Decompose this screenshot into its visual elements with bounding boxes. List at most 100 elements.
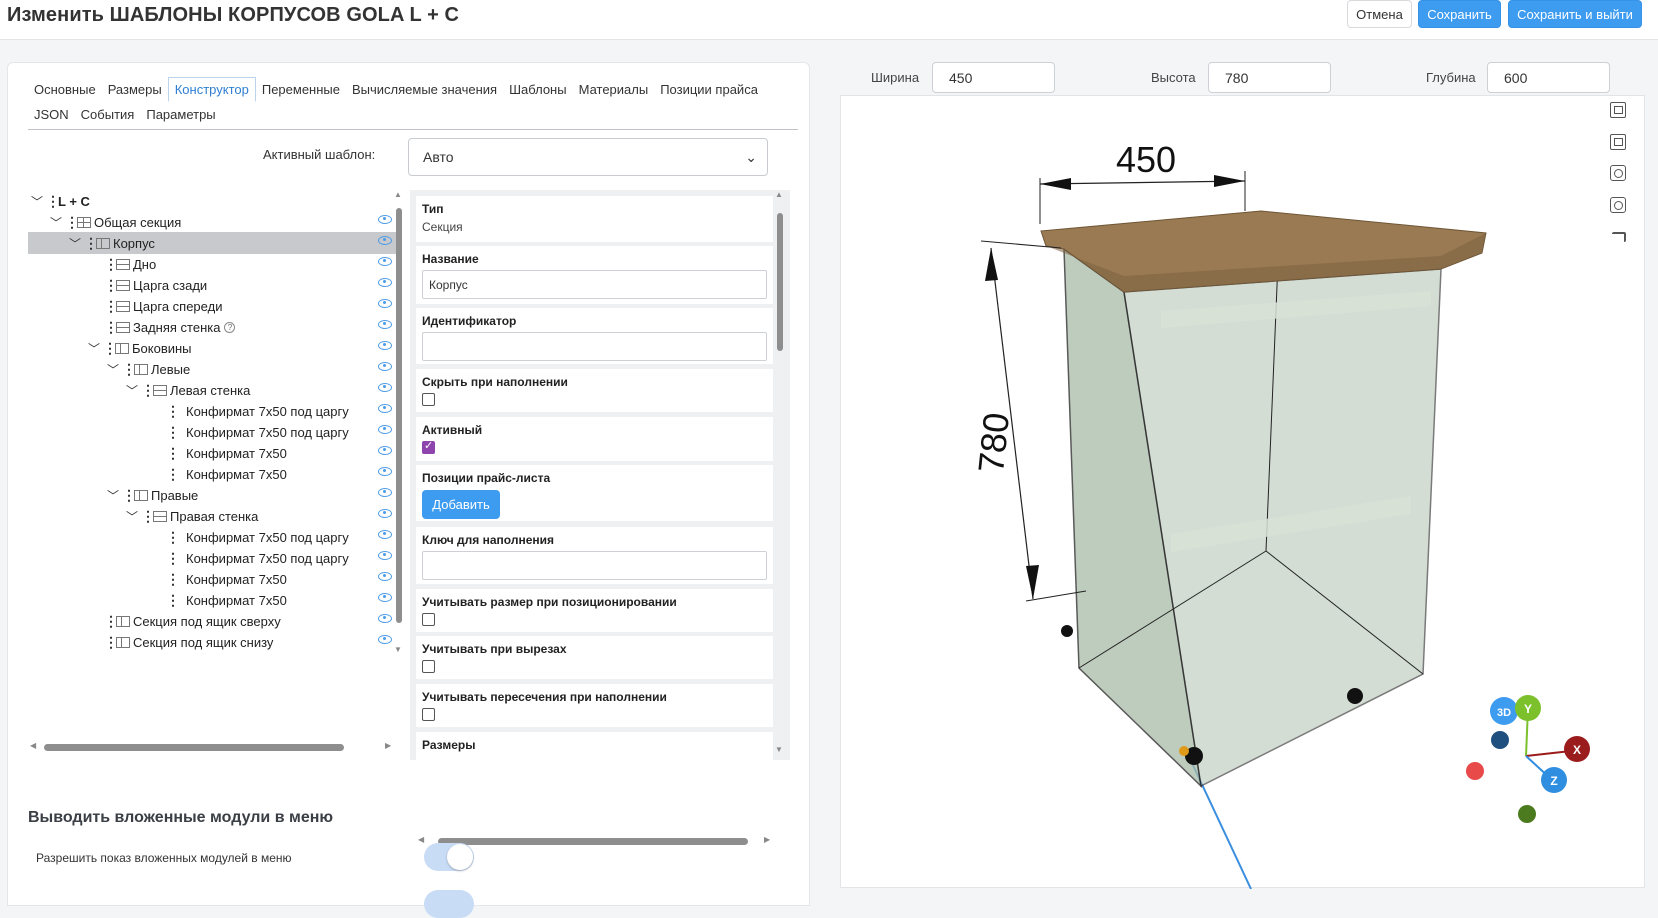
active-template-select[interactable]: Авто ⌄ <box>408 138 768 176</box>
tab-constructor[interactable]: Конструктор <box>167 77 256 102</box>
scroll-up-icon[interactable]: ▲ <box>775 190 783 199</box>
drag-handle-icon[interactable]: ⋮ <box>103 340 117 357</box>
tree-node[interactable]: ﹀ ⋮ L + C <box>28 190 398 212</box>
eye-icon[interactable] <box>378 215 392 224</box>
second-toggle[interactable] <box>424 890 474 918</box>
eye-icon[interactable] <box>378 467 392 476</box>
tree-node[interactable]: ﹀ ⋮ Левые <box>28 358 398 380</box>
eye-icon[interactable] <box>378 362 392 371</box>
tab-sizes[interactable]: Размеры <box>102 78 168 101</box>
tree-node[interactable]: ⋮ Царга сзади <box>28 274 398 296</box>
eye-icon[interactable] <box>378 614 392 623</box>
tree-node[interactable]: ﹀ ⋮ Боковины <box>28 337 398 359</box>
tab-materials[interactable]: Материалы <box>573 78 655 101</box>
fill-key-input[interactable] <box>422 551 767 580</box>
tab-variables[interactable]: Переменные <box>256 78 346 101</box>
tree-node[interactable]: ﹀ ⋮ Правая стенка <box>28 505 398 527</box>
tree-node[interactable]: ⋮ Конфирмат 7x50 под царгу <box>28 547 398 569</box>
scrollbar-thumb[interactable] <box>44 744 344 751</box>
tab-events[interactable]: События <box>75 103 141 126</box>
properties-vertical-scrollbar[interactable]: ▲ ▼ <box>774 190 786 760</box>
drag-handle-icon[interactable]: ⋮ <box>104 277 118 294</box>
help-icon[interactable]: ? <box>224 321 236 333</box>
drag-handle-icon[interactable]: ⋮ <box>122 361 136 378</box>
drag-handle-icon[interactable]: ⋮ <box>104 634 118 651</box>
tree-node[interactable]: ﹀ ⋮ Правые <box>28 484 398 506</box>
tree-node[interactable]: ⋮ Конфирмат 7x50 <box>28 463 398 485</box>
drag-handle-icon[interactable]: ⋮ <box>104 298 118 315</box>
cutouts-checkbox[interactable] <box>422 660 435 673</box>
chevron-down-icon[interactable]: ﹀ <box>104 487 122 504</box>
tree-node[interactable]: ⋮ Конфирмат 7x50 под царгу <box>28 421 398 443</box>
tree-node[interactable]: ⋮ Конфирмат 7x50 <box>28 589 398 611</box>
tree-node-selected[interactable]: ﹀ ⋮ Корпус <box>28 232 398 254</box>
tab-price-items[interactable]: Позиции прайса <box>654 78 764 101</box>
tree-vertical-scrollbar[interactable]: ▲ ▼ <box>394 190 404 660</box>
eye-icon[interactable] <box>378 635 392 644</box>
scroll-down-icon[interactable]: ▼ <box>775 745 783 754</box>
drag-handle-icon[interactable]: ⋮ <box>166 550 180 567</box>
drag-handle-icon[interactable]: ⋮ <box>166 403 180 420</box>
chevron-down-icon[interactable]: ﹀ <box>104 361 122 378</box>
tree-horizontal-scrollbar[interactable]: ◀ ▶ <box>30 741 396 753</box>
tab-templates[interactable]: Шаблоны <box>503 78 573 101</box>
tree-node[interactable]: ⋮ Конфирмат 7x50 <box>28 568 398 590</box>
eye-icon[interactable] <box>378 341 392 350</box>
tab-json[interactable]: JSON <box>28 103 75 126</box>
chevron-down-icon[interactable]: ﹀ <box>66 235 84 252</box>
drag-handle-icon[interactable]: ⋮ <box>166 592 180 609</box>
save-and-exit-button[interactable]: Сохранить и выйти <box>1508 0 1642 28</box>
eye-icon[interactable] <box>378 551 392 560</box>
scroll-left-icon[interactable]: ◀ <box>30 741 36 750</box>
eye-icon[interactable] <box>378 446 392 455</box>
tree-node[interactable]: ⋮ Конфирмат 7x50 <box>28 442 398 464</box>
tree-node[interactable]: ⋮ Конфирмат 7x50 под царгу <box>28 400 398 422</box>
eye-icon[interactable] <box>378 404 392 413</box>
eye-icon[interactable] <box>378 278 392 287</box>
tab-parameters[interactable]: Параметры <box>140 103 221 126</box>
gizmo-neg-z-dot[interactable] <box>1491 731 1509 749</box>
identifier-input[interactable] <box>422 332 767 361</box>
add-price-item-button[interactable]: Добавить <box>422 490 500 519</box>
drag-handle-icon[interactable]: ⋮ <box>122 487 136 504</box>
drag-handle-icon[interactable]: ⋮ <box>166 424 180 441</box>
tree-node[interactable]: ⋮ Конфирмат 7x50 под царгу <box>28 526 398 548</box>
name-input[interactable]: Корпус <box>422 270 767 299</box>
depth-input[interactable]: 600 <box>1487 62 1610 93</box>
drag-handle-icon[interactable]: ⋮ <box>141 382 155 399</box>
drag-handle-icon[interactable]: ⋮ <box>46 193 60 210</box>
eye-icon[interactable] <box>378 236 392 245</box>
gizmo-neg-y-dot[interactable] <box>1518 805 1536 823</box>
properties-horizontal-scrollbar[interactable]: ◀ ▶ <box>418 835 778 847</box>
chevron-down-icon[interactable]: ﹀ <box>28 193 46 210</box>
tab-computed-values[interactable]: Вычисляемые значения <box>346 78 503 101</box>
gizmo-neg-x-dot[interactable] <box>1466 762 1484 780</box>
eye-icon[interactable] <box>378 299 392 308</box>
scroll-down-icon[interactable]: ▼ <box>394 645 402 654</box>
drag-handle-icon[interactable]: ⋮ <box>141 508 155 525</box>
eye-icon[interactable] <box>378 593 392 602</box>
scroll-up-icon[interactable]: ▲ <box>394 190 402 199</box>
chevron-down-icon[interactable]: ﹀ <box>123 508 141 525</box>
drag-handle-icon[interactable]: ⋮ <box>166 571 180 588</box>
active-checkbox[interactable] <box>422 439 435 454</box>
chevron-down-icon[interactable]: ﹀ <box>47 214 65 231</box>
3d-viewport[interactable]: 450 780 3D Y X Z <box>840 95 1645 889</box>
tree-node[interactable]: ⋮ Царга спереди <box>28 295 398 317</box>
eye-icon[interactable] <box>378 530 392 539</box>
scroll-left-icon[interactable]: ◀ <box>418 835 424 844</box>
drag-handle-icon[interactable]: ⋮ <box>166 529 180 546</box>
tree-node[interactable]: ⋮ Дно <box>28 253 398 275</box>
scrollbar-thumb[interactable] <box>777 213 783 351</box>
scrollbar-thumb[interactable] <box>438 838 748 845</box>
drag-handle-icon[interactable]: ⋮ <box>84 235 98 252</box>
eye-icon[interactable] <box>378 383 392 392</box>
intersections-checkbox[interactable] <box>422 708 435 721</box>
eye-icon[interactable] <box>378 320 392 329</box>
scroll-right-icon[interactable]: ▶ <box>385 741 391 750</box>
drag-handle-icon[interactable]: ⋮ <box>104 256 118 273</box>
tab-main[interactable]: Основные <box>28 78 102 101</box>
scroll-right-icon[interactable]: ▶ <box>764 835 770 844</box>
nested-menu-toggle[interactable] <box>424 843 474 871</box>
drag-handle-icon[interactable]: ⋮ <box>166 445 180 462</box>
